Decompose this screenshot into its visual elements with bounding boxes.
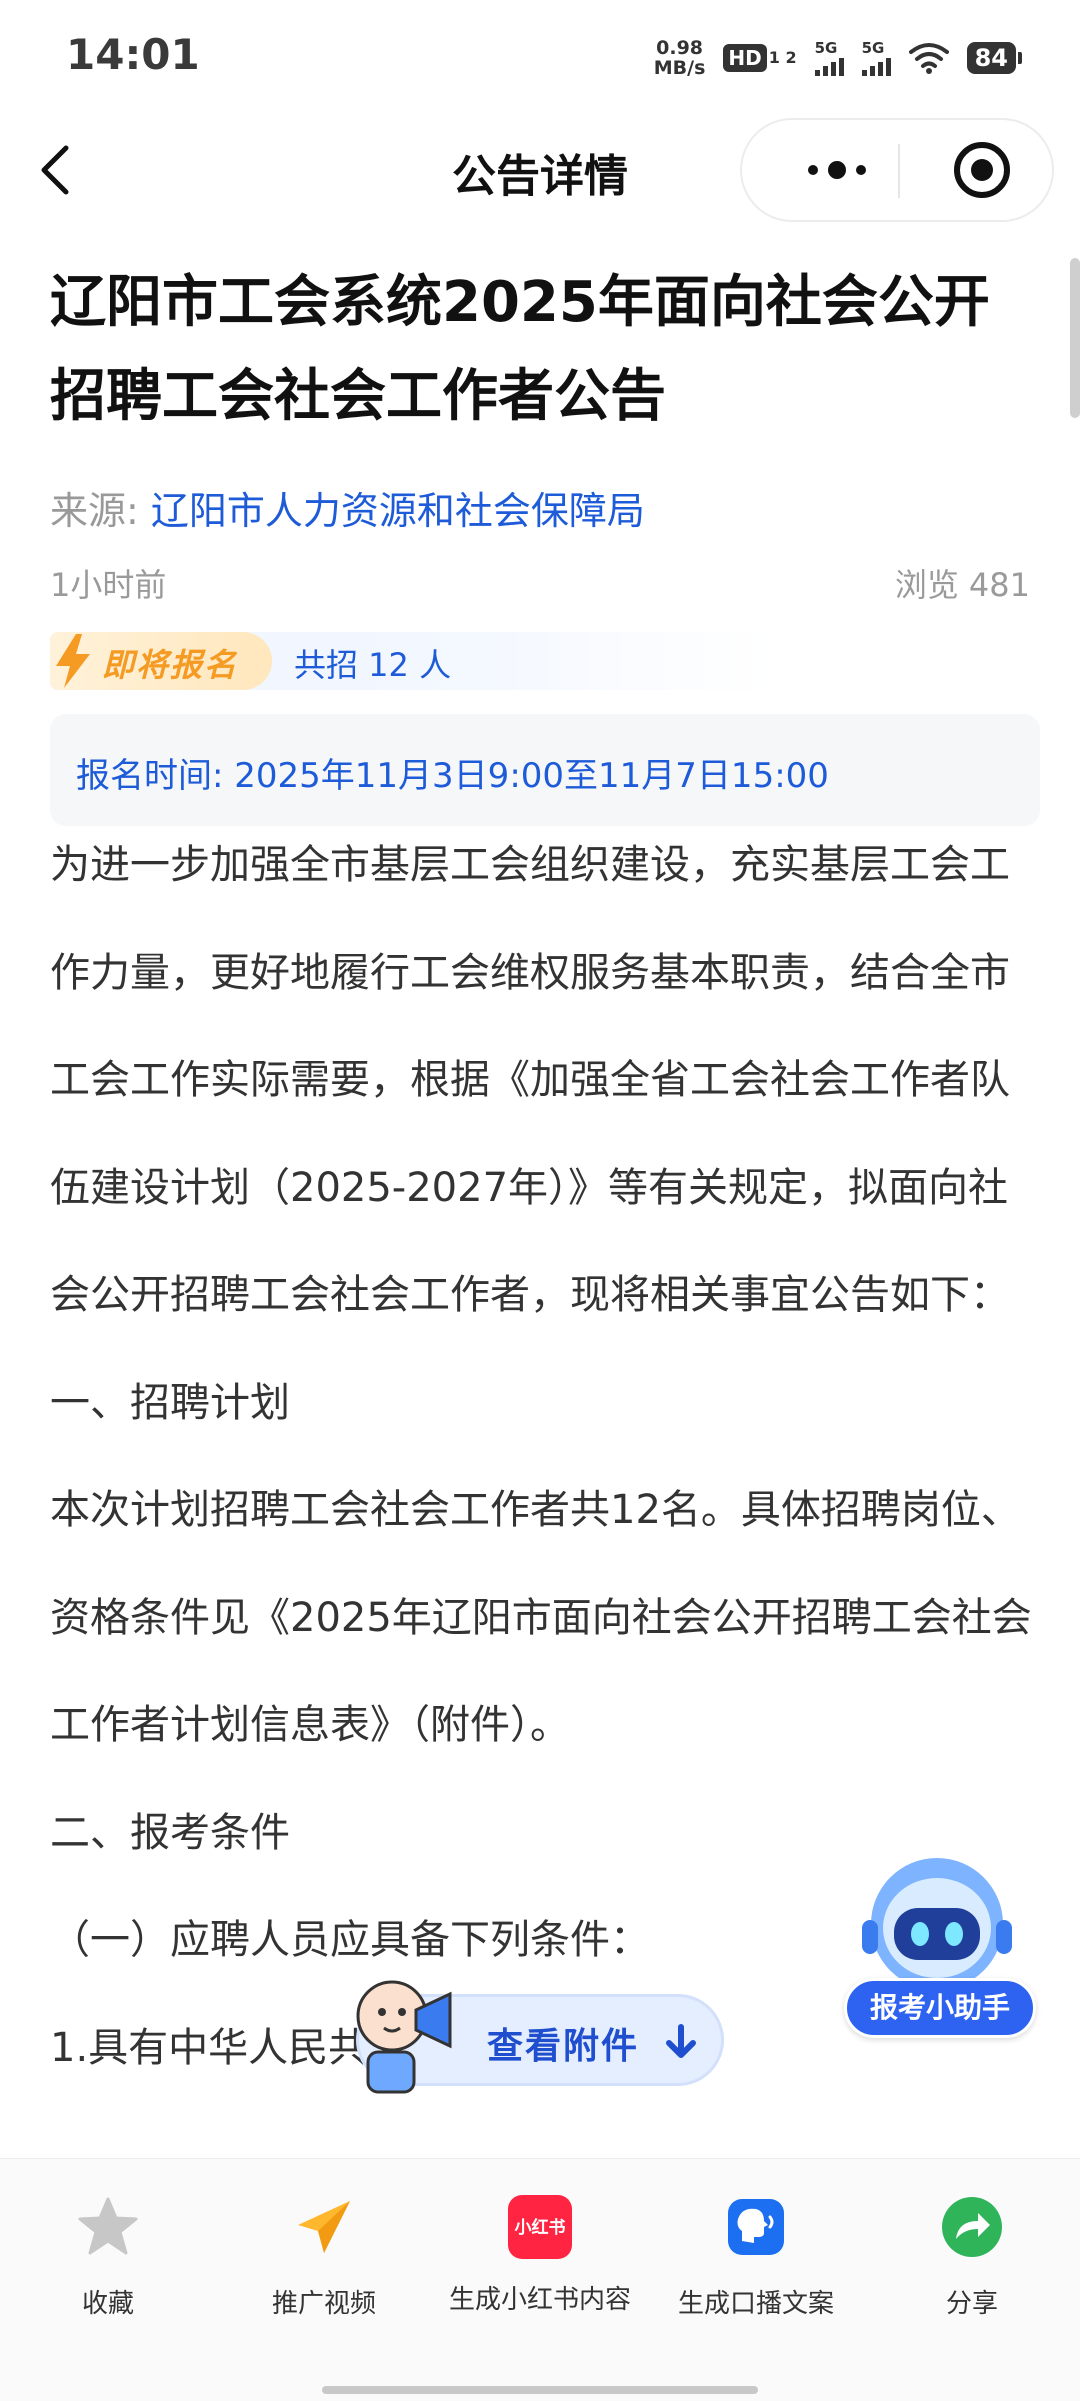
status-time: 14:01 <box>66 30 200 79</box>
xiaohongshu-icon-text: 小红书 <box>514 2218 566 2238</box>
wifi-icon <box>908 43 949 74</box>
registration-time-box: 报名时间: 2025年11月3日9:00至11月7日15:00 <box>50 714 1040 826</box>
speaking-head-icon <box>728 2199 784 2255</box>
views-label: 浏览 <box>894 566 959 604</box>
broadcast-copy-button[interactable]: 生成口播文案 <box>648 2195 864 2320</box>
mini-program-capsule <box>740 118 1054 222</box>
recruit-status-row: 即将报名 共招 12 人 <box>50 632 770 690</box>
toolbar-label: 收藏 <box>81 2289 134 2319</box>
paper-plane-icon <box>298 2201 350 2253</box>
registration-time: 报名时间: 2025年11月3日9:00至11月7日15:00 <box>76 756 829 796</box>
status-bar: 14:01 0.98 MB/s HD 1 2 5G 5G 84 <box>0 0 1080 118</box>
status-badge: 即将报名 <box>50 632 272 690</box>
favorite-button[interactable]: 收藏 <box>0 2195 216 2320</box>
toolbar-label: 生成小红书内容 <box>448 2285 631 2315</box>
attachment-label: 查看附件 <box>487 2026 640 2067</box>
exam-assistant-button[interactable]: 报考小助手 <box>840 1858 1036 2042</box>
xiaohongshu-button[interactable]: 小红书 生成小红书内容 <box>432 2195 648 2316</box>
source-link[interactable]: 辽阳市人力资源和社会保障局 <box>151 489 645 533</box>
lightning-icon <box>56 634 90 688</box>
network-speed-unit: MB/s <box>653 57 706 79</box>
views-number: 481 <box>968 566 1030 604</box>
assistant-label: 报考小助手 <box>844 1978 1036 2038</box>
article-title: 辽阳市工会系统2025年面向社会公开招聘工会社会工作者公告 <box>50 270 990 429</box>
body-paragraph: 本次计划招聘工会社会工作者共12名。具体招聘岗位、资格条件见《2025年辽阳市面… <box>50 1487 1032 1748</box>
capsule-divider <box>898 144 900 198</box>
network-speed-value: 0.98 <box>656 37 704 59</box>
close-target-icon[interactable] <box>952 140 1012 200</box>
view-count: 浏览 481 <box>885 560 1030 606</box>
status-badge-text: 即将报名 <box>102 646 239 684</box>
toolbar-label: 生成口播文案 <box>677 2289 834 2319</box>
section-heading: 一、招聘计划 <box>50 1379 290 1426</box>
hire-count: 共招 12 人 <box>294 646 452 684</box>
body-paragraph: 为进一步加强全市基层工会组织建设，充实基层工会工作力量，更好地履行工会维权服务基… <box>50 842 1010 1318</box>
source-label: 来源: <box>50 489 139 533</box>
signal-label: 5G <box>814 38 838 57</box>
promo-video-button[interactable]: 推广视频 <box>216 2195 432 2320</box>
hd-label: HD <box>723 44 767 72</box>
toolbar-label: 推广视频 <box>271 2289 376 2319</box>
share-icon <box>942 2197 1002 2257</box>
network-speed: 0.98 MB/s <box>654 38 706 78</box>
star-icon <box>78 2197 138 2255</box>
publish-time: 1小时前 <box>50 566 167 604</box>
article-source: 来源: 辽阳市人力资源和社会保障局 <box>50 480 645 535</box>
toolbar-label: 分享 <box>945 2289 998 2319</box>
bottom-toolbar: 收藏 推广视频 小红书 生成小红书内容 生成口播文案 分享 <box>0 2158 1080 2401</box>
signal-label: 5G <box>861 38 885 57</box>
signal-icon: 5G <box>814 38 844 76</box>
battery-icon: 84 <box>966 42 1023 74</box>
hd-voice-icon: HD 1 2 <box>723 44 797 72</box>
more-options-button[interactable] <box>782 150 892 190</box>
nav-bar: 公告详情 <box>0 118 1080 224</box>
home-indicator[interactable] <box>322 2386 758 2394</box>
hd-sub: 1 2 <box>768 48 797 67</box>
download-arrow-icon <box>666 2024 696 2058</box>
scrollbar[interactable] <box>1070 258 1080 418</box>
status-icons: 0.98 MB/s HD 1 2 5G 5G 84 <box>654 34 1023 82</box>
share-button[interactable]: 分享 <box>864 2195 1080 2320</box>
robot-icon <box>862 1858 1012 1990</box>
megaphone-mascot-icon <box>356 1980 452 2094</box>
xiaohongshu-icon: 小红书 <box>508 2195 572 2259</box>
signal-icon: 5G <box>861 38 891 76</box>
